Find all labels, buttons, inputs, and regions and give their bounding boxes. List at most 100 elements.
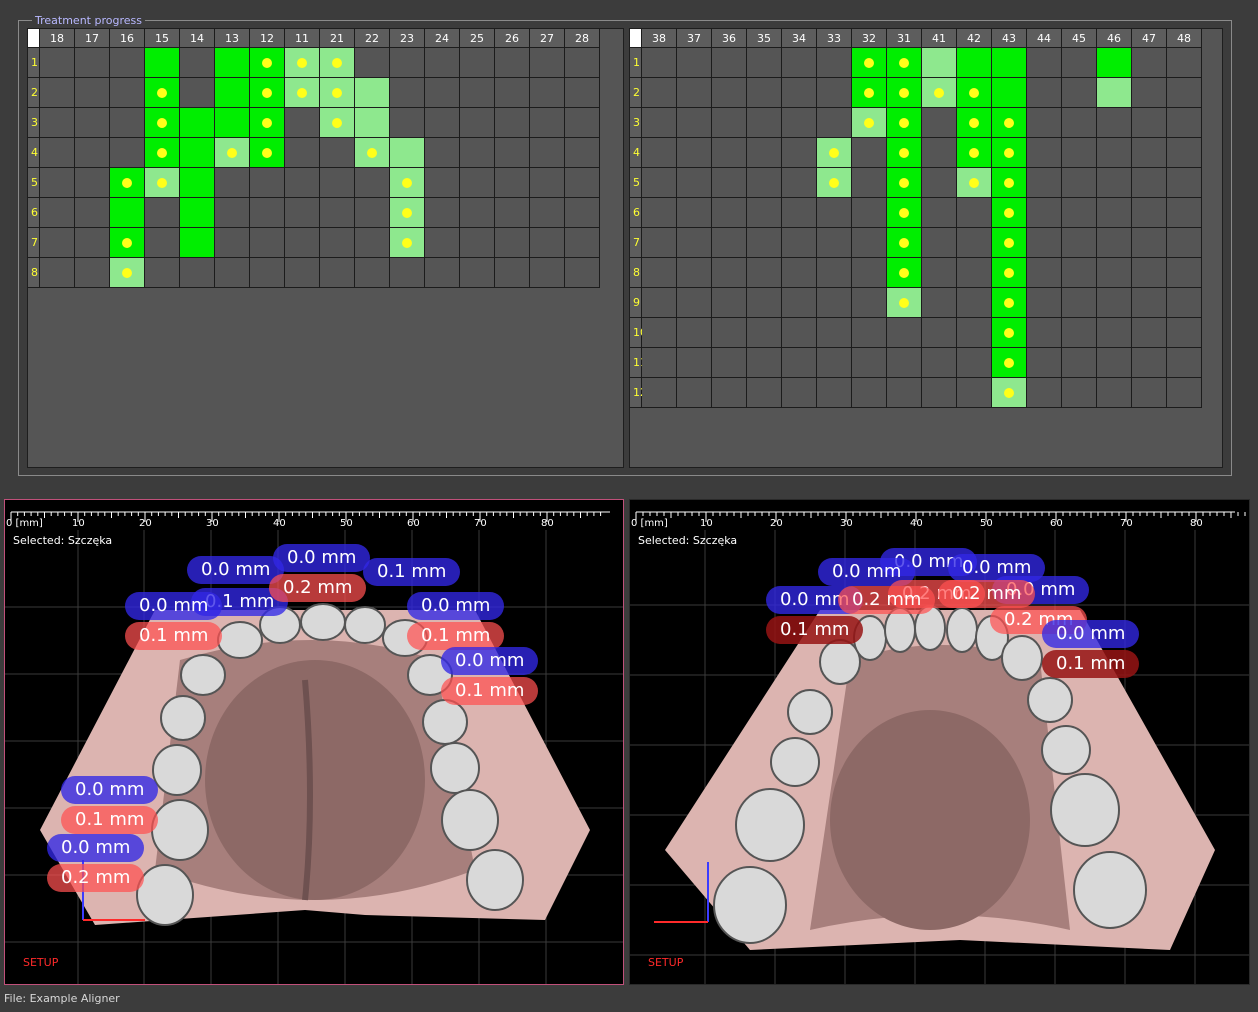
stage-cell[interactable] (1062, 198, 1097, 228)
stage-cell[interactable] (922, 108, 957, 138)
stage-cell[interactable] (425, 228, 460, 258)
stage-cell[interactable] (712, 288, 747, 318)
stage-cell[interactable] (642, 198, 677, 228)
stage-cell[interactable] (215, 138, 250, 168)
stage-cell[interactable] (712, 108, 747, 138)
tooth-column-header[interactable]: 12 (250, 29, 285, 48)
stage-cell[interactable] (460, 138, 495, 168)
tooth-column-header[interactable]: 27 (530, 29, 565, 48)
stage-cell[interactable] (992, 318, 1027, 348)
stage-cell[interactable] (957, 288, 992, 318)
tooth-column-header[interactable]: 46 (1097, 29, 1132, 48)
stage-cell[interactable] (40, 78, 75, 108)
stage-cell[interactable] (922, 288, 957, 318)
stage-cell[interactable] (1167, 318, 1202, 348)
stage-cell[interactable] (677, 318, 712, 348)
stage-cell[interactable] (495, 258, 530, 288)
stage-cell[interactable] (1062, 318, 1097, 348)
stage-cell[interactable] (215, 258, 250, 288)
stage-cell[interactable] (712, 78, 747, 108)
stage-cell[interactable] (460, 198, 495, 228)
stage-cell[interactable] (817, 168, 852, 198)
stage-cell[interactable] (817, 318, 852, 348)
stage-cell[interactable] (887, 168, 922, 198)
stage-cell[interactable] (1167, 288, 1202, 318)
stage-cell[interactable] (145, 78, 180, 108)
stage-cell[interactable] (922, 318, 957, 348)
stage-cell[interactable] (40, 108, 75, 138)
tooth-column-header[interactable]: 36 (712, 29, 747, 48)
stage-cell[interactable] (320, 168, 355, 198)
tooth-column-header[interactable]: 43 (992, 29, 1027, 48)
stage-cell[interactable] (852, 288, 887, 318)
stage-cell[interactable] (1027, 138, 1062, 168)
stage-cell[interactable] (215, 198, 250, 228)
stage-cell[interactable] (957, 318, 992, 348)
stage-cell[interactable] (355, 108, 390, 138)
stage-cell[interactable] (677, 258, 712, 288)
stage-cell[interactable] (957, 198, 992, 228)
stage-cell[interactable] (992, 258, 1027, 288)
stage-cell[interactable] (145, 168, 180, 198)
stage-cell[interactable] (747, 198, 782, 228)
stage-cell[interactable] (145, 258, 180, 288)
stage-cell[interactable] (1132, 348, 1167, 378)
stage-cell[interactable] (390, 108, 425, 138)
tooth-column-header[interactable]: 28 (565, 29, 600, 48)
stage-cell[interactable] (355, 198, 390, 228)
stage-cell[interactable] (565, 228, 600, 258)
stage-cell[interactable] (1062, 378, 1097, 408)
stage-cell[interactable] (1062, 228, 1097, 258)
stage-cell[interactable] (677, 108, 712, 138)
tooth-column-header[interactable]: 31 (887, 29, 922, 48)
stage-cell[interactable] (712, 48, 747, 78)
stage-cell[interactable] (677, 138, 712, 168)
stage-cell[interactable] (642, 78, 677, 108)
stage-cell[interactable] (1167, 198, 1202, 228)
stage-cell[interactable] (782, 228, 817, 258)
stage-cell[interactable] (285, 168, 320, 198)
tooth-column-header[interactable]: 26 (495, 29, 530, 48)
gap-measurement-label[interactable]: 0.0 mm (441, 647, 539, 675)
stage-cell[interactable] (180, 168, 215, 198)
stage-cell[interactable] (320, 48, 355, 78)
stage-cell[interactable] (425, 168, 460, 198)
stage-cell[interactable] (215, 78, 250, 108)
stage-cell[interactable] (390, 48, 425, 78)
stage-cell[interactable] (145, 108, 180, 138)
gap-measurement-label[interactable]: 0.1 mm (766, 616, 864, 644)
stage-cell[interactable] (817, 348, 852, 378)
stage-cell[interactable] (425, 108, 460, 138)
stage-cell[interactable] (390, 138, 425, 168)
stage-cell[interactable] (887, 48, 922, 78)
tooth-column-header[interactable]: 16 (110, 29, 145, 48)
stage-cell[interactable] (40, 168, 75, 198)
tooth-column-header[interactable]: 32 (852, 29, 887, 48)
stage-cell[interactable] (180, 198, 215, 228)
stage-cell[interactable] (992, 288, 1027, 318)
stage-cell[interactable] (1027, 348, 1062, 378)
stage-cell[interactable] (530, 198, 565, 228)
tooth-column-header[interactable]: 34 (782, 29, 817, 48)
stage-cell[interactable] (852, 168, 887, 198)
stage-cell[interactable] (180, 108, 215, 138)
stage-cell[interactable] (852, 48, 887, 78)
stage-cell[interactable] (782, 78, 817, 108)
stage-cell[interactable] (1097, 318, 1132, 348)
stage-cell[interactable] (782, 348, 817, 378)
stage-cell[interactable] (747, 48, 782, 78)
stage-cell[interactable] (677, 48, 712, 78)
stage-cell[interactable] (852, 318, 887, 348)
stage-cell[interactable] (747, 78, 782, 108)
stage-cell[interactable] (145, 48, 180, 78)
gap-measurement-label[interactable]: 0.1 mm (407, 622, 505, 650)
tooth-column-header[interactable]: 21 (320, 29, 355, 48)
stage-cell[interactable] (642, 48, 677, 78)
stage-cell[interactable] (75, 138, 110, 168)
stage-cell[interactable] (285, 198, 320, 228)
stage-cell[interactable] (992, 348, 1027, 378)
gap-measurement-label[interactable]: 0.0 mm (273, 544, 371, 572)
stage-cell[interactable] (747, 318, 782, 348)
gap-measurement-label[interactable]: 0.1 mm (441, 677, 539, 705)
stage-cell[interactable] (530, 108, 565, 138)
